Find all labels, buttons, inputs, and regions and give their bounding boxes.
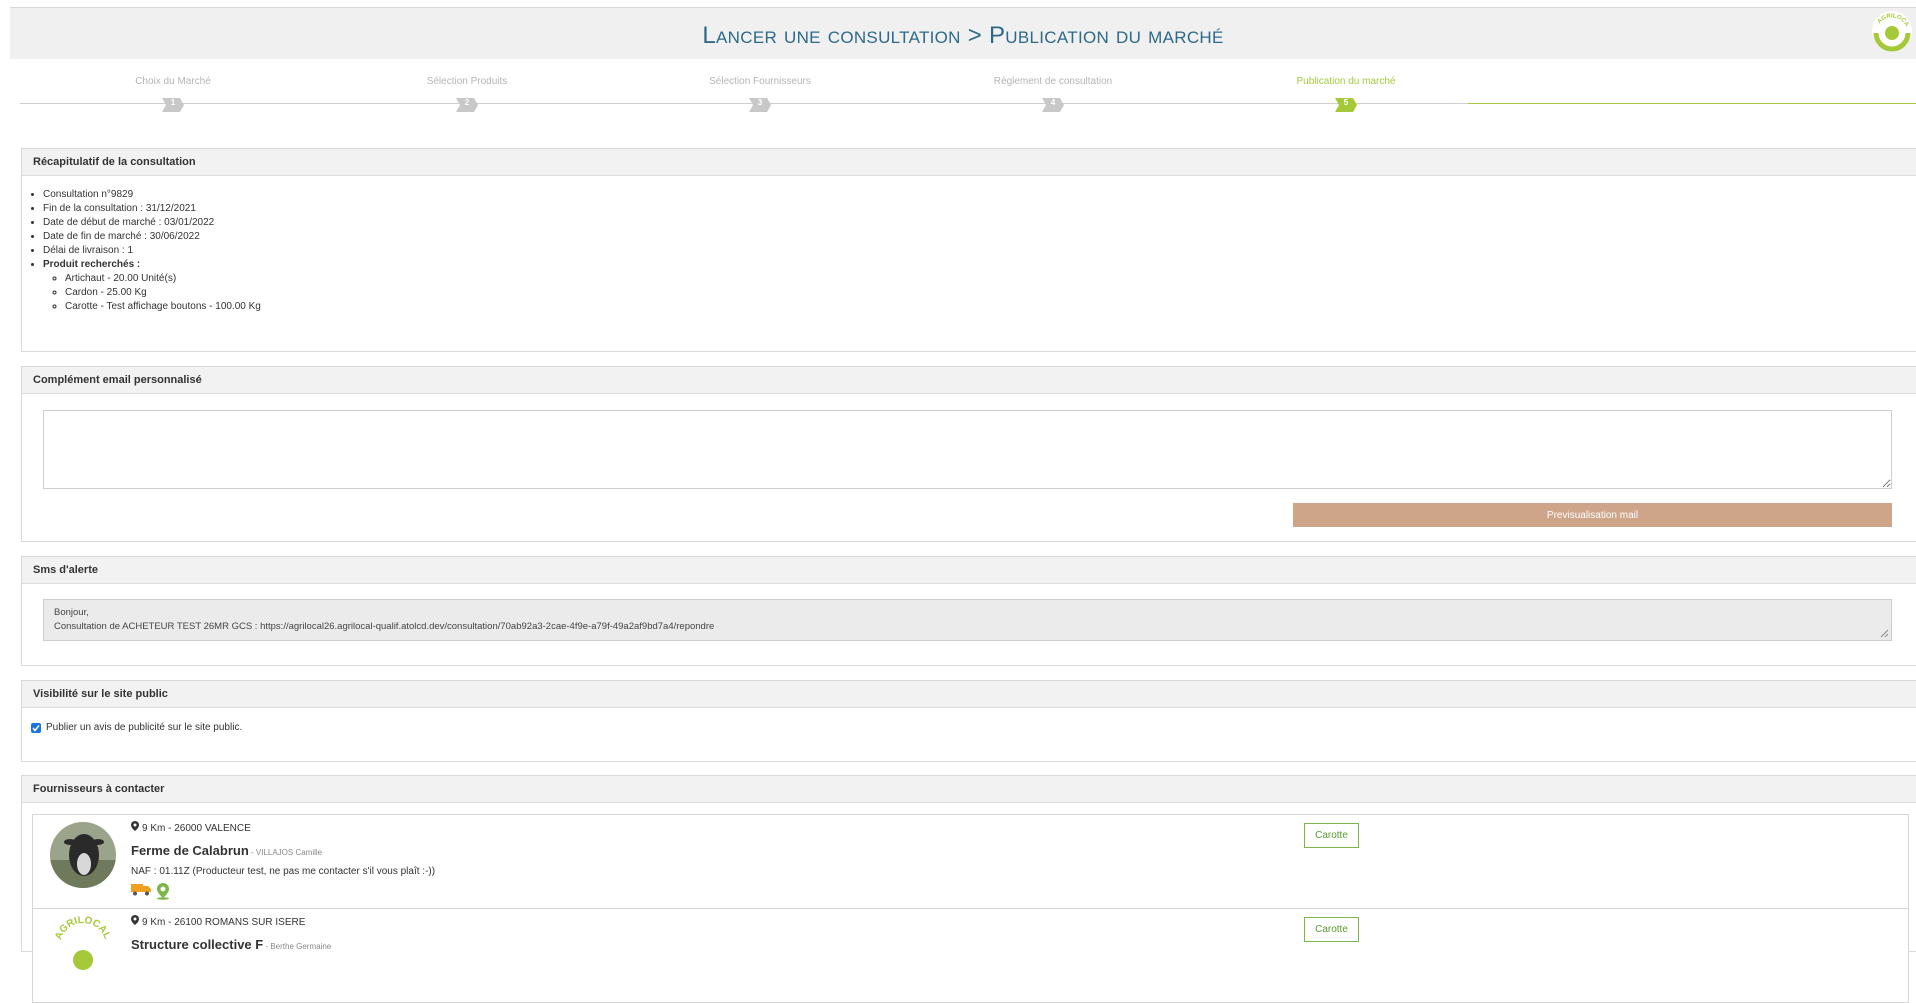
supplier-card[interactable]: 9 Km - 26000 VALENCE Ferme de Calabrun -… (32, 814, 1909, 909)
supplier-photo (50, 822, 116, 888)
map-marker-icon (131, 821, 139, 834)
step-chevron-icon: 3 (745, 95, 775, 115)
product-tag-button[interactable]: Carotte (1304, 917, 1359, 942)
supplier-city: 26000 VALENCE (174, 823, 251, 834)
agrilocal-logo[interactable]: AGRILOCAL (1868, 5, 1914, 53)
step-label: Sélection Fournisseurs (709, 76, 811, 87)
list-item: Date de fin de marché : 30/06/2022 (43, 230, 1916, 244)
sms-panel: Sms d'alerte Bonjour, Consultation de AC… (21, 556, 1916, 666)
step-chevron-icon: 1 (158, 95, 188, 115)
visibility-option: Publier un avis de publicité sur le site… (31, 722, 242, 733)
email-complement-textarea[interactable] (43, 410, 1892, 489)
sms-textarea[interactable]: Bonjour, Consultation de ACHETEUR TEST 2… (43, 599, 1892, 641)
supplier-name-text: Structure collective F (131, 937, 264, 952)
products-label: Produit recherchés : (43, 259, 141, 270)
step-number: 1 (170, 98, 176, 107)
resize-grip-icon[interactable] (1880, 629, 1889, 638)
supplier-name: Structure collective F - Berthe Germaine (131, 937, 331, 952)
panel-title: Récapitulatif de la consultation (22, 149, 1916, 176)
supplier-distance: 9 Km (142, 917, 166, 928)
supplier-card[interactable]: AGRILOCAL 9 Km - 26100 ROMANS SUR ISERE … (32, 908, 1909, 1003)
list-item: Délai de livraison : 1 (43, 244, 1916, 258)
supplier-location: 9 Km - 26000 VALENCE (131, 821, 251, 834)
visibility-panel: Visibilité sur le site public Publier un… (21, 680, 1916, 762)
step-chevron-icon: 4 (1038, 95, 1068, 115)
panel-title: Sms d'alerte (22, 557, 1916, 584)
supplier-distance: 9 Km (142, 823, 166, 834)
product-tag-button[interactable]: Carotte (1304, 823, 1359, 848)
supplier-city: 26100 ROMANS SUR ISERE (174, 917, 306, 928)
step-reglement-consultation[interactable]: Règlement de consultation 4 (903, 75, 1203, 115)
preview-mail-button[interactable]: Previsualisation mail (1293, 503, 1892, 527)
separator: - (165, 917, 175, 928)
step-chevron-icon: 2 (452, 95, 482, 115)
publish-checkbox[interactable] (31, 722, 41, 733)
list-item: Produit recherchés : Artichaut - 20.00 U… (43, 258, 1916, 314)
header-bar: Lancer une consultation > Publication du… (10, 7, 1916, 59)
publish-checkbox-label[interactable]: Publier un avis de publicité sur le site… (46, 722, 242, 733)
supplier-name-text: Ferme de Calabrun (131, 843, 249, 858)
panel-title: Visibilité sur le site public (22, 681, 1916, 708)
delivery-truck-icon (131, 884, 151, 896)
supplier-icons (131, 882, 172, 900)
step-number: 4 (1050, 98, 1056, 107)
supplier-contact: - Berthe Germaine (263, 942, 332, 951)
supplier-naf: NAF : 01.11Z (Producteur test, ne pas me… (131, 866, 436, 877)
step-label: Règlement de consultation (993, 76, 1113, 87)
step-label: Choix du Marché (135, 76, 211, 87)
sms-line: Consultation de ACHETEUR TEST 26MR GCS :… (54, 621, 715, 632)
step-publication-marche[interactable]: Publication du marché 5 (1196, 75, 1496, 115)
wizard-stepper: Choix du Marché 1 Sélection Produits 2 S… (20, 75, 1916, 120)
suppliers-panel: Fournisseurs à contacter 9 Km - 26000 VA… (21, 775, 1916, 1003)
list-item: Consultation n°9829 (43, 188, 1916, 202)
step-selection-fournisseurs[interactable]: Sélection Fournisseurs 3 (610, 75, 910, 115)
panel-title: Fournisseurs à contacter (22, 776, 1916, 803)
separator: - (165, 823, 175, 834)
step-choix-marche[interactable]: Choix du Marché 1 (23, 75, 323, 115)
product-item: Carotte - Test affichage boutons - 100.0… (65, 300, 1916, 314)
stepper-line-active (1468, 103, 1916, 104)
list-item: Fin de la consultation : 31/12/2021 (43, 202, 1916, 216)
step-selection-produits[interactable]: Sélection Produits 2 (317, 75, 617, 115)
page-title: Lancer une consultation > Publication du… (702, 22, 1224, 49)
supplier-contact: - VILLAJOS Camille (248, 848, 323, 857)
recap-list: Consultation n°9829 Fin de la consultati… (22, 176, 1916, 314)
step-number: 5 (1343, 98, 1349, 107)
map-marker-icon (131, 915, 139, 928)
recap-panel: Récapitulatif de la consultation Consult… (21, 148, 1916, 352)
product-item: Cardon - 25.00 Kg (65, 286, 1916, 300)
product-item: Artichaut - 20.00 Unité(s) (65, 272, 1916, 286)
checkmark-icon (32, 724, 40, 732)
step-number: 3 (757, 98, 763, 107)
list-item: Date de début de marché : 03/01/2022 (43, 216, 1916, 230)
step-number: 2 (464, 98, 470, 107)
sms-line: Bonjour, (54, 607, 89, 618)
supplier-location: 9 Km - 26100 ROMANS SUR ISERE (131, 915, 305, 928)
supplier-photo: AGRILOCAL (50, 916, 116, 982)
step-chevron-icon: 5 (1331, 95, 1361, 115)
pickup-location-icon (157, 883, 169, 900)
step-label: Publication du marché (1296, 76, 1396, 87)
supplier-name: Ferme de Calabrun - VILLAJOS Camille (131, 843, 322, 858)
step-label: Sélection Produits (426, 76, 508, 87)
panel-title: Complément email personnalisé (22, 367, 1916, 394)
email-panel: Complément email personnalisé Previsuali… (21, 366, 1916, 542)
